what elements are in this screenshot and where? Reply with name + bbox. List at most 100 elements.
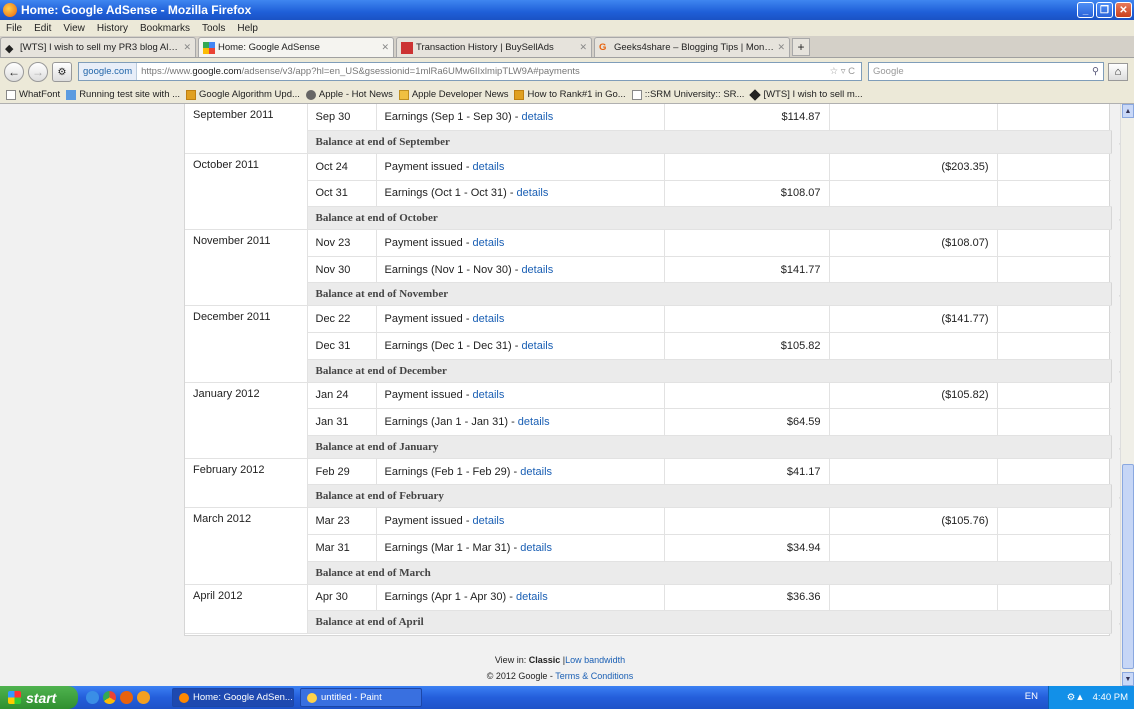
- url-bar[interactable]: google.com https://www.google.com/adsens…: [78, 62, 862, 81]
- table-row: April 2012 Apr 30 Earnings (Apr 1 - Apr 30…: [185, 584, 1111, 635]
- g-icon: G: [599, 41, 607, 53]
- scroll-thumb[interactable]: [1122, 464, 1134, 669]
- earnings-cell: $36.36: [663, 584, 829, 612]
- windows-taskbar: start Home: Google AdSen... untitled - P…: [0, 686, 1134, 709]
- taskbar-item-firefox[interactable]: Home: Google AdSen...: [172, 688, 294, 707]
- close-button[interactable]: ✕: [1115, 2, 1132, 18]
- window-controls: _ ❐ ✕: [1077, 2, 1132, 18]
- bookmarks-toolbar: WhatFont Running test site with ... Goog…: [0, 86, 1134, 104]
- network-icon[interactable]: ⚙▲: [1067, 692, 1085, 703]
- search-input[interactable]: Google ⚲: [868, 62, 1104, 81]
- search-icon[interactable]: ⚲: [1092, 66, 1099, 77]
- balance-cell: [996, 229, 1111, 257]
- scroll-down-icon[interactable]: ▼: [1122, 672, 1134, 686]
- table-row: Mar 31 Earnings (Mar 1 - Mar 31) - detail…: [185, 534, 1111, 562]
- tab-close-icon[interactable]: ✕: [579, 42, 587, 53]
- tab-buysellads[interactable]: Transaction History | BuySellAds ✕: [396, 37, 592, 57]
- details-link[interactable]: details: [517, 187, 549, 199]
- identity-icon[interactable]: ⚙: [52, 62, 72, 82]
- balance-row: Balance at end of December$105.82: [185, 359, 1120, 383]
- bookmark-item[interactable]: Google Algorithm Upd...: [186, 89, 300, 100]
- details-link[interactable]: details: [520, 542, 552, 554]
- window-title: Home: Google AdSense - Mozilla Firefox: [21, 3, 252, 17]
- menu-history[interactable]: History: [91, 23, 134, 34]
- bookmark-item[interactable]: How to Rank#1 in Go...: [514, 89, 626, 100]
- clock: 4:40 PM: [1092, 692, 1128, 703]
- scroll-up-icon[interactable]: ▲: [1122, 104, 1134, 118]
- details-link[interactable]: details: [518, 416, 550, 428]
- tab-close-icon[interactable]: ✕: [183, 42, 191, 53]
- earnings-cell: [663, 153, 829, 181]
- bookmark-item[interactable]: [WTS] I wish to sell m...: [749, 88, 863, 101]
- tab-adsense[interactable]: Home: Google AdSense ✕: [198, 37, 394, 57]
- maximize-button[interactable]: ❐: [1096, 2, 1113, 18]
- payment-cell: [828, 256, 997, 284]
- menu-edit[interactable]: Edit: [28, 23, 57, 34]
- details-link[interactable]: details: [520, 466, 552, 478]
- bookmark-item[interactable]: Apple Developer News: [398, 89, 508, 100]
- tab-label: Geeks4share – Blogging Tips | Money Ma..…: [614, 42, 774, 53]
- menu-tools[interactable]: Tools: [196, 23, 231, 34]
- details-link[interactable]: details: [521, 264, 553, 276]
- home-button[interactable]: ⌂: [1108, 63, 1128, 81]
- bookmark-item[interactable]: WhatFont: [6, 89, 60, 100]
- balance-label: Balance at end of March: [307, 561, 997, 585]
- bookmark-item[interactable]: Apple - Hot News: [305, 89, 393, 100]
- earnings-cell: $64.59: [663, 408, 829, 436]
- bookmark-item[interactable]: ::SRM University:: SR...: [631, 89, 744, 100]
- details-link[interactable]: details: [473, 515, 505, 527]
- balance-row: Balance at end of October$108.07: [185, 206, 1120, 231]
- vertical-scrollbar[interactable]: ▲ ▼: [1120, 104, 1134, 686]
- apple-icon: [305, 89, 316, 100]
- balance-row: Balance at end of April$71.30: [185, 610, 1120, 635]
- balance-label: Balance at end of September: [307, 130, 997, 155]
- balance-cell: [996, 332, 1111, 360]
- app-icon[interactable]: [137, 691, 150, 704]
- back-button[interactable]: ←: [4, 62, 24, 82]
- menu-help[interactable]: Help: [231, 23, 264, 34]
- ie-icon[interactable]: [86, 691, 99, 704]
- details-link[interactable]: details: [473, 161, 505, 173]
- details-link[interactable]: details: [473, 313, 505, 325]
- tab-geeks4share[interactable]: G Geeks4share – Blogging Tips | Money Ma…: [594, 37, 790, 57]
- site-identity[interactable]: google.com: [79, 63, 138, 80]
- menu-bookmarks[interactable]: Bookmarks: [134, 23, 196, 34]
- low-bandwidth-link[interactable]: Low bandwidth: [565, 655, 625, 665]
- table-row: Nov 30 Earnings (Nov 1 - Nov 30) - detail…: [185, 256, 1111, 284]
- paint-icon: [307, 692, 317, 703]
- language-indicator[interactable]: EN: [1025, 691, 1038, 702]
- month-cell: January 2012: [185, 382, 308, 459]
- forward-button[interactable]: →: [28, 62, 48, 82]
- details-link[interactable]: details: [473, 237, 505, 249]
- bookmark-star-icon[interactable]: ☆ ▿ C: [830, 66, 855, 77]
- minimize-button[interactable]: _: [1077, 2, 1094, 18]
- details-link[interactable]: details: [521, 340, 553, 352]
- details-link[interactable]: details: [521, 111, 553, 123]
- tab-wts[interactable]: ◆ [WTS] I wish to sell my PR3 blog Alexa…: [0, 37, 196, 57]
- taskbar-item-paint[interactable]: untitled - Paint: [300, 688, 422, 707]
- details-link[interactable]: details: [516, 591, 548, 603]
- tab-close-icon[interactable]: ✕: [381, 42, 389, 53]
- firefox-icon[interactable]: [120, 691, 133, 704]
- bookmark-item[interactable]: Running test site with ...: [66, 89, 180, 100]
- url-text[interactable]: https://www.google.com/adsense/v3/app?hl…: [137, 66, 580, 77]
- payment-cell: [828, 584, 997, 612]
- date-cell: Nov 23: [307, 229, 376, 257]
- diamond-icon: [749, 88, 762, 101]
- tab-close-icon[interactable]: ✕: [777, 42, 785, 53]
- balance-cell: [996, 180, 1111, 208]
- description-cell: Earnings (Apr 1 - Apr 30) - details: [375, 584, 664, 612]
- description-cell: Payment issued - details: [375, 153, 664, 181]
- new-tab-button[interactable]: +: [792, 38, 810, 56]
- terms-link[interactable]: Terms & Conditions: [555, 671, 633, 681]
- balance-spacer: [997, 561, 1111, 585]
- start-button[interactable]: start: [0, 686, 78, 709]
- details-link[interactable]: details: [473, 389, 505, 401]
- date-cell: Mar 23: [307, 507, 376, 536]
- balance-cell: [996, 458, 1111, 486]
- payment-cell: ($105.76): [828, 507, 997, 536]
- menu-view[interactable]: View: [57, 23, 91, 34]
- chrome-icon[interactable]: [103, 691, 116, 704]
- tab-label: Home: Google AdSense: [218, 42, 320, 53]
- menu-file[interactable]: File: [0, 23, 28, 34]
